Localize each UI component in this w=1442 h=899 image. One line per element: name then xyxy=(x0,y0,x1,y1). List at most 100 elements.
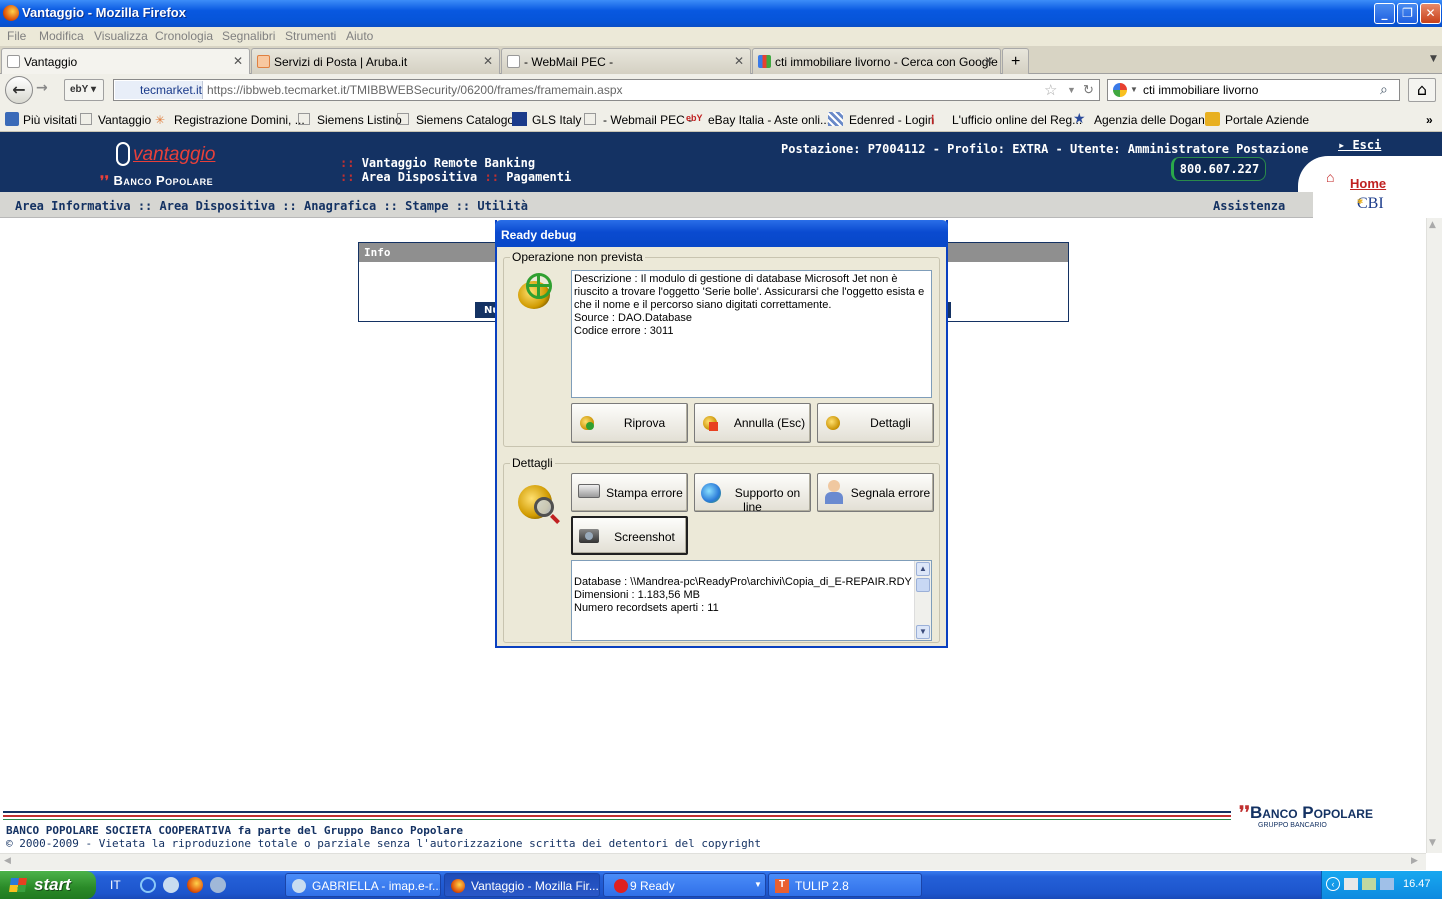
tab-close-icon[interactable]: ✕ xyxy=(233,54,243,68)
menu-strumenti[interactable]: Strumenti xyxy=(285,29,336,43)
tab-list-icon[interactable]: ▼ xyxy=(1430,54,1437,64)
retry-button[interactable]: Riprova xyxy=(571,403,688,443)
search-input[interactable]: cti immobiliare livorno xyxy=(1143,83,1258,97)
network-tray-icon[interactable] xyxy=(1380,878,1394,890)
home-tab[interactable]: ⌂ Home xyxy=(1298,156,1442,192)
start-button[interactable]: start xyxy=(0,871,96,899)
engine-dropdown-icon[interactable]: ▼ xyxy=(1130,85,1138,94)
quicklaunch-icon[interactable] xyxy=(163,877,179,893)
bookmark-edenred-login[interactable]: Edenred - Login xyxy=(849,113,934,127)
bug-magnifier-icon xyxy=(516,481,560,527)
task-gabriella[interactable]: GABRIELLA - imap.e-r... xyxy=(285,873,441,897)
details-scrollbar[interactable]: ▲ ▼ xyxy=(914,561,931,640)
tray-expand-icon[interactable]: ‹ xyxy=(1326,877,1340,891)
language-indicator[interactable]: IT xyxy=(110,878,121,892)
network-tray-icon[interactable] xyxy=(1362,878,1376,890)
back-button[interactable]: ← xyxy=(5,76,33,104)
firefox-icon xyxy=(451,879,465,893)
site-identity[interactable]: tecmarket.it xyxy=(115,81,203,99)
menu-segnalibri[interactable]: Segnalibri xyxy=(222,29,275,43)
clock[interactable]: 16.47 xyxy=(1403,878,1431,890)
exit-link[interactable]: ▸ Esci xyxy=(1338,138,1381,152)
tab-aruba[interactable]: Servizi di Posta | Aruba.it ✕ xyxy=(251,48,500,74)
bookmarks-overflow-icon[interactable]: » xyxy=(1426,113,1433,127)
close-button[interactable]: ✕ xyxy=(1420,3,1441,24)
bookmark-piu-visitati[interactable]: Più visitati xyxy=(23,113,77,127)
home-icon[interactable]: ⌂ xyxy=(1408,78,1436,102)
ebay-addon-button[interactable]: ebY ▾ xyxy=(64,79,104,101)
menu-modifica[interactable]: Modifica xyxy=(39,29,84,43)
bookmark-webmail-pec[interactable]: - Webmail PEC - xyxy=(603,113,692,127)
group-dropdown-icon[interactable]: ▼ xyxy=(754,880,762,889)
bookmark-registrazione-domini[interactable]: Registrazione Domini, ... xyxy=(174,113,305,127)
error-message-box[interactable]: Descrizione : Il modulo di gestione di d… xyxy=(571,270,932,398)
scroll-thumb[interactable] xyxy=(916,578,930,592)
report-error-button[interactable]: Segnala errore xyxy=(817,473,934,512)
reload-icon[interactable]: ↻ xyxy=(1083,82,1094,98)
bookmark-siemens-catalogo[interactable]: Siemens Catalogo xyxy=(416,113,514,127)
search-bar[interactable]: ▼ cti immobiliare livorno ⌕ xyxy=(1107,79,1400,101)
task-tulip[interactable]: T TULIP 2.8 xyxy=(768,873,922,897)
tab-vantaggio[interactable]: Vantaggio ✕ xyxy=(1,48,250,75)
edenred-icon xyxy=(828,112,843,126)
assistenza-link[interactable]: Assistenza xyxy=(1213,199,1285,213)
task-ready[interactable]: 9 Ready ▼ xyxy=(603,873,766,897)
bookmark-vantaggio[interactable]: Vantaggio xyxy=(98,113,151,127)
scroll-down-icon[interactable]: ▼ xyxy=(1429,838,1436,848)
ie-quicklaunch-icon[interactable] xyxy=(140,877,156,893)
navigation-toolbar: ← → ebY ▾ tecmarket.it https://ibbweb.te… xyxy=(0,74,1442,106)
bookmark-ebay-italia[interactable]: eBay Italia - Aste onli... xyxy=(708,113,830,127)
bookmark-portale-aziende[interactable]: Portale Aziende xyxy=(1225,113,1309,127)
url-text[interactable]: https://ibbweb.tecmarket.it/TMIBBWEBSecu… xyxy=(207,83,623,97)
search-icon[interactable]: ⌕ xyxy=(1380,81,1388,98)
star-icon[interactable]: ☆ xyxy=(1044,81,1057,99)
bookmark-siemens-listino[interactable]: Siemens Listino xyxy=(317,113,402,127)
minimize-button[interactable]: _ xyxy=(1374,3,1395,24)
scroll-right-icon[interactable]: ▶ xyxy=(1411,856,1418,866)
tab-close-icon[interactable]: ✕ xyxy=(984,54,994,68)
tab-close-icon[interactable]: ✕ xyxy=(483,54,493,68)
scroll-up-icon[interactable]: ▲ xyxy=(916,562,930,576)
globe-help-icon xyxy=(701,483,721,503)
menu-aiuto[interactable]: Aiuto xyxy=(346,29,373,43)
details-group-label: Dettagli xyxy=(510,456,555,470)
print-error-button[interactable]: Stampa errore xyxy=(571,473,688,512)
forward-button[interactable]: → xyxy=(36,80,48,96)
page-vertical-scrollbar[interactable]: ▲ ▼ xyxy=(1426,218,1442,853)
environment-details-box[interactable]: Database : \\Mandrea-pc\ReadyPro\archivi… xyxy=(571,560,932,641)
mail-tray-icon[interactable] xyxy=(1344,878,1358,890)
info-button[interactable]: Nu xyxy=(475,302,500,318)
maximize-button[interactable]: ❐ xyxy=(1397,3,1418,24)
error-description: Descrizione : Il modulo di gestione di d… xyxy=(574,273,925,311)
scroll-down-icon[interactable]: ▼ xyxy=(916,625,930,639)
menu-visualizza[interactable]: Visualizza xyxy=(94,29,148,43)
tab-bar: Vantaggio ✕ Servizi di Posta | Aruba.it … xyxy=(0,46,1442,75)
menu-cronologia[interactable]: Cronologia xyxy=(155,29,213,43)
firefox-quicklaunch-icon[interactable] xyxy=(187,877,203,893)
task-vantaggio-firefox[interactable]: Vantaggio - Mozilla Fir... xyxy=(444,873,600,897)
scroll-left-icon[interactable]: ◀ xyxy=(4,856,11,866)
tab-webmail[interactable]: - WebMail PEC - ✕ xyxy=(501,48,751,74)
scroll-up-icon[interactable]: ▲ xyxy=(1429,220,1436,230)
url-bar[interactable]: tecmarket.it https://ibbweb.tecmarket.it… xyxy=(113,79,1100,101)
page-horizontal-scrollbar[interactable]: ◀ ▶ xyxy=(0,853,1426,870)
menu-file[interactable]: File xyxy=(7,29,26,43)
online-support-button[interactable]: Supporto on line xyxy=(694,473,811,514)
details-button[interactable]: Dettagli xyxy=(817,403,934,443)
error-group-label: Operazione non prevista xyxy=(510,250,645,264)
bookmark-agenzia-dogane[interactable]: Agenzia delle Dogane xyxy=(1094,113,1211,127)
google-search-icon[interactable] xyxy=(1113,83,1127,97)
tab-google[interactable]: cti immobiliare livorno - Cerca con Goog… xyxy=(752,48,1001,74)
cancel-button[interactable]: Annulla (Esc) xyxy=(694,403,811,443)
bookmark-ufficio-online[interactable]: L'ufficio online del Reg... xyxy=(952,113,1082,127)
home-icon[interactable]: ⌂ xyxy=(1326,169,1334,185)
history-dropdown-icon[interactable]: ▼ xyxy=(1067,85,1076,95)
bookmark-gls-italy[interactable]: GLS Italy xyxy=(532,113,581,127)
new-tab-button[interactable]: + xyxy=(1002,48,1029,74)
section-nav-links[interactable]: Area Informativa :: Area Dispositiva :: … xyxy=(15,199,528,213)
quicklaunch-icon[interactable] xyxy=(210,877,226,893)
home-link[interactable]: Home xyxy=(1350,176,1386,191)
tab-close-icon[interactable]: ✕ xyxy=(734,54,744,68)
window-title: Vantaggio - Mozilla Firefox xyxy=(22,5,186,20)
screenshot-button[interactable]: Screenshot xyxy=(571,516,688,555)
